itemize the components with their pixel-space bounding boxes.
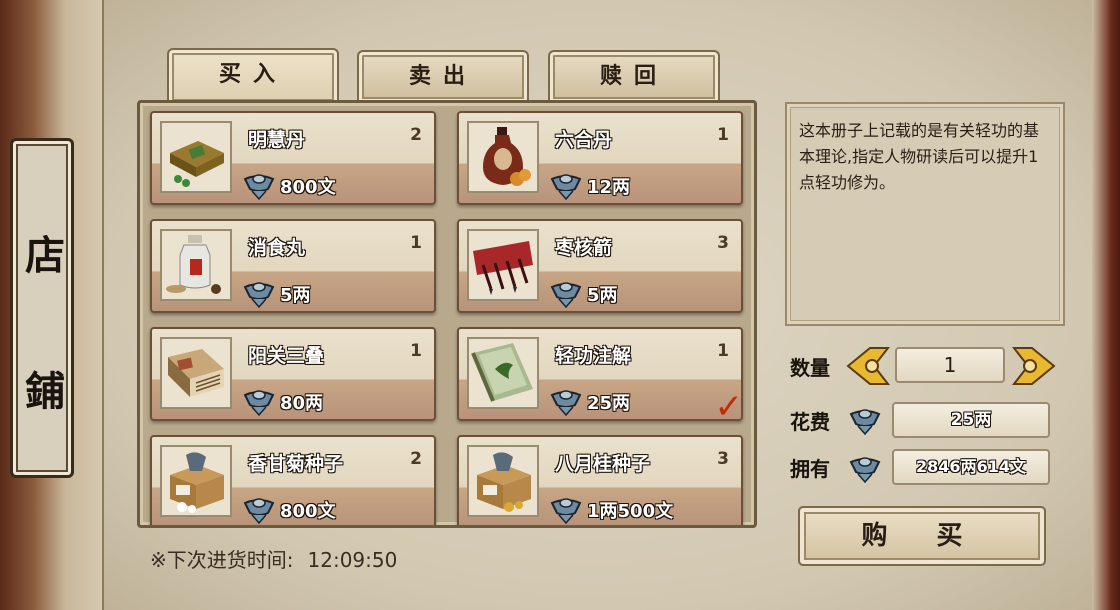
- cost-value: 25两: [892, 402, 1050, 438]
- scroll-icon: [467, 337, 539, 409]
- seed-crate-icon: [160, 445, 232, 517]
- owned-label: 拥有: [790, 457, 830, 481]
- item-name: 阳关三叠: [248, 345, 325, 367]
- item-count: 1: [717, 341, 729, 361]
- tab-redeem[interactable]: 赎回: [548, 50, 720, 102]
- owned-value: 2846两614文: [892, 449, 1050, 485]
- item-count: 2: [410, 449, 422, 469]
- darts-icon: [467, 229, 539, 301]
- pill-jar-icon: [160, 229, 232, 301]
- item-card-xiaoshiwan[interactable]: 消食丸 1 5两: [150, 219, 436, 313]
- decrease-arrow-icon[interactable]: [846, 346, 890, 386]
- item-count: 2: [410, 125, 422, 145]
- title-char-2: 鋪: [25, 368, 65, 415]
- item-count: 1: [410, 233, 422, 253]
- item-name: 六合丹: [555, 129, 613, 151]
- item-count: 1: [717, 125, 729, 145]
- cost-label: 花费: [790, 410, 830, 434]
- quantity-label: 数量: [790, 356, 830, 380]
- item-name: 枣核箭: [555, 237, 613, 259]
- medicine-box-icon: [160, 121, 232, 193]
- item-price: 12两: [587, 177, 631, 198]
- item-description-box: 这本册子上记载的是有关轻功的基本理论,指定人物研读后可以提升1点轻功修为。: [785, 102, 1065, 326]
- item-price: 5两: [280, 285, 311, 306]
- right-border: [1090, 0, 1120, 610]
- silver-ingot-icon: [550, 498, 582, 525]
- silver-ingot-icon: [550, 174, 582, 201]
- item-list: 明慧丹 2 800文 六合丹 1 12两 消食丸 1 5两 枣核箭 3 5两 阳…: [137, 100, 757, 528]
- item-card-qinggongzhujie[interactable]: 轻功注解 1 25两 ✓: [457, 327, 743, 427]
- silver-ingot-icon: [550, 390, 582, 417]
- title-char-1: 店: [25, 232, 65, 279]
- item-name: 明慧丹: [248, 129, 306, 151]
- item-card-xiangganjuzhongzi[interactable]: 香甘菊种子 2 800文: [150, 435, 436, 525]
- silver-ingot-icon: [243, 390, 275, 417]
- item-description: 这本册子上记载的是有关轻功的基本理论,指定人物研读后可以提升1点轻功修为。: [799, 121, 1040, 192]
- silver-ingot-icon: [243, 498, 275, 525]
- item-price: 800文: [280, 177, 336, 198]
- item-count: 3: [717, 233, 729, 253]
- shop-title-scroll: 店 鋪: [10, 138, 74, 478]
- quantity-input[interactable]: 1: [895, 347, 1005, 383]
- silver-ingot-icon: [550, 282, 582, 309]
- item-name: 轻功注解: [555, 345, 632, 367]
- item-name: 香甘菊种子: [248, 453, 344, 475]
- item-card-bayueguizhongzi[interactable]: 八月桂种子 3 1两500文: [457, 435, 743, 525]
- item-price: 800文: [280, 501, 336, 522]
- restock-time: 12:09:50: [307, 548, 398, 572]
- item-card-zaohejian[interactable]: 枣核箭 3 5两: [457, 219, 743, 313]
- silver-ingot-icon: [243, 282, 275, 309]
- restock-label: ※下次进货时间:: [150, 548, 294, 572]
- item-count: 1: [410, 341, 422, 361]
- tab-buy[interactable]: 买入: [167, 48, 339, 104]
- buy-button[interactable]: 购 买: [798, 506, 1046, 566]
- increase-arrow-icon[interactable]: [1012, 346, 1056, 386]
- silver-ingot-icon: [849, 457, 881, 484]
- item-price: 1两500文: [587, 501, 674, 522]
- seed-crate-icon: [467, 445, 539, 517]
- selected-check-icon: ✓: [714, 387, 744, 427]
- item-name: 八月桂种子: [555, 453, 651, 475]
- item-price: 5两: [587, 285, 618, 306]
- item-card-liuhedan[interactable]: 六合丹 1 12两: [457, 111, 743, 205]
- silver-ingot-icon: [849, 409, 881, 436]
- tab-sell[interactable]: 卖出: [357, 50, 529, 102]
- item-price: 80两: [280, 393, 324, 414]
- item-count: 3: [717, 449, 729, 469]
- item-card-minghuidan[interactable]: 明慧丹 2 800文: [150, 111, 436, 205]
- silver-ingot-icon: [243, 174, 275, 201]
- item-card-yangguansandie[interactable]: 阳关三叠 1 80两: [150, 327, 436, 421]
- book-icon: [160, 337, 232, 409]
- item-name: 消食丸: [248, 237, 306, 259]
- gourd-bottle-icon: [467, 121, 539, 193]
- item-price: 25两: [587, 393, 631, 414]
- restock-timer: ※下次进货时间: 12:09:50: [150, 544, 397, 573]
